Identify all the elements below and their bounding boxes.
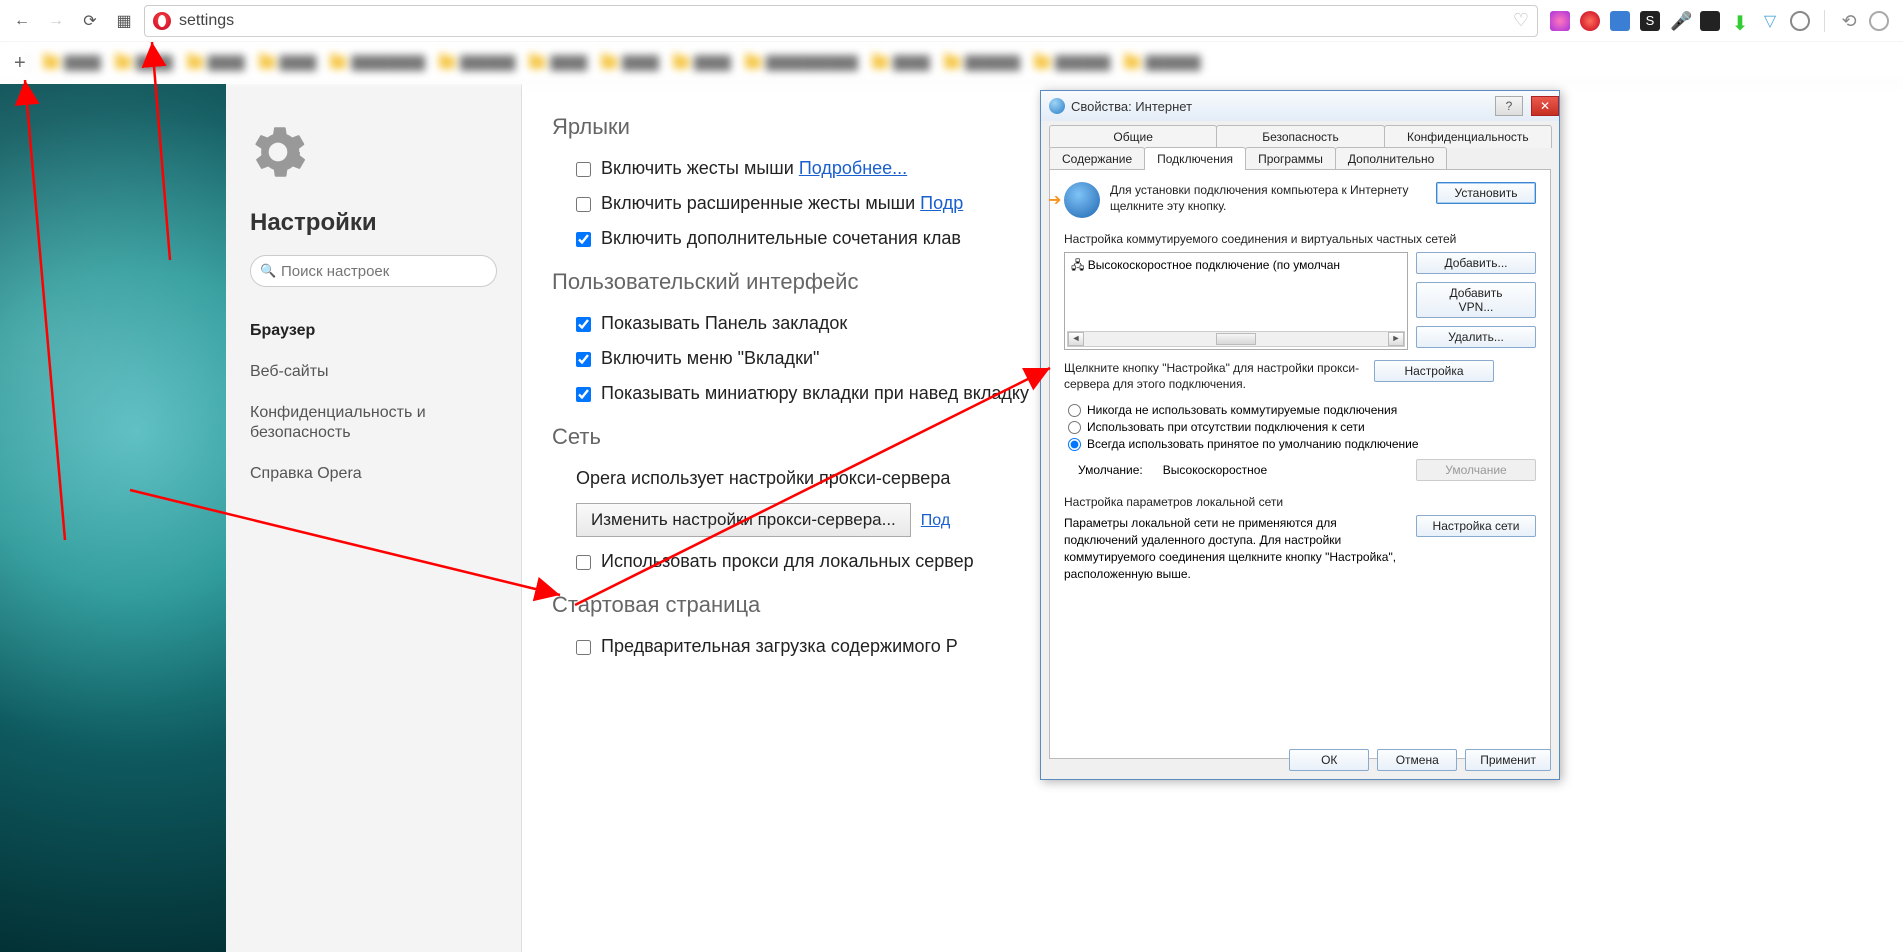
- link-more[interactable]: Под: [921, 512, 950, 529]
- nav-browser[interactable]: Браузер: [250, 311, 497, 352]
- ext-icon[interactable]: [1580, 11, 1600, 31]
- ext-icon[interactable]: ⬇: [1730, 11, 1750, 31]
- browser-toolbar: ← → ⟳ ▦ ♡ S 🎤 ⬇ ▽ ⟲: [0, 0, 1903, 42]
- extensions-tray: S 🎤 ⬇ ▽ ⟲: [1544, 10, 1895, 32]
- chk-adv-gestures[interactable]: [576, 197, 591, 212]
- tab-general[interactable]: Общие: [1049, 125, 1217, 148]
- internet-properties-dialog: Свойства: Интернет ? ✕ Общие Безопасност…: [1040, 90, 1560, 780]
- setup-button[interactable]: Установить: [1436, 182, 1536, 204]
- add-button[interactable]: Добавить...: [1416, 252, 1536, 274]
- gear-icon: [250, 124, 306, 180]
- forward-button[interactable]: →: [42, 7, 70, 35]
- connection-item[interactable]: 🖧 Высокоскоростное подключение (по умолч…: [1067, 255, 1405, 278]
- add-vpn-button[interactable]: Добавить VPN...: [1416, 282, 1536, 318]
- lan-settings-button[interactable]: Настройка сети: [1416, 515, 1536, 537]
- opera-icon: [153, 12, 171, 30]
- default-label: Умолчание:: [1078, 463, 1143, 477]
- radio-always[interactable]: [1068, 438, 1081, 451]
- desktop-wallpaper: [0, 84, 226, 952]
- link-more[interactable]: Подр: [920, 193, 963, 213]
- dialog-tabs: Общие Безопасность Конфиденциальность Со…: [1041, 121, 1559, 170]
- setup-text: Для установки подключения компьютера к И…: [1110, 182, 1426, 214]
- connections-pane: Для установки подключения компьютера к И…: [1049, 169, 1551, 759]
- scrollbar[interactable]: ◄►: [1067, 331, 1405, 347]
- ext-icon[interactable]: [1700, 11, 1720, 31]
- lan-text: Параметры локальной сети не применяются …: [1064, 515, 1406, 582]
- cancel-button[interactable]: Отмена: [1377, 749, 1457, 771]
- radio-noconn[interactable]: [1068, 421, 1081, 434]
- group-lan: Настройка параметров локальной сети: [1064, 495, 1536, 509]
- change-proxy-button[interactable]: Изменить настройки прокси-сервера...: [576, 503, 911, 537]
- globe-icon: [1049, 98, 1065, 114]
- connections-listbox[interactable]: 🖧 Высокоскоростное подключение (по умолч…: [1064, 252, 1408, 350]
- help-button[interactable]: ?: [1495, 96, 1523, 116]
- tab-privacy[interactable]: Конфиденциальность: [1384, 125, 1552, 148]
- nav-websites[interactable]: Веб-сайты: [250, 352, 497, 393]
- ext-icon[interactable]: [1610, 11, 1630, 31]
- default-button: Умолчание: [1416, 459, 1536, 481]
- address-input[interactable]: [179, 12, 1505, 30]
- chk-preload[interactable]: [576, 640, 591, 655]
- bookmark-bar: ████ ████ ████ ████ ████████ ██████ ████…: [0, 42, 1903, 84]
- reload-button[interactable]: ⟳: [76, 7, 104, 35]
- back-button[interactable]: ←: [8, 7, 36, 35]
- close-button[interactable]: ✕: [1531, 96, 1559, 116]
- dialog-titlebar[interactable]: Свойства: Интернет ? ✕: [1041, 91, 1559, 121]
- chk-extra-shortcuts[interactable]: [576, 232, 591, 247]
- ext-icon[interactable]: 🎤: [1670, 11, 1690, 31]
- sync-icon[interactable]: ⟲: [1839, 11, 1859, 31]
- delete-button[interactable]: Удалить...: [1416, 326, 1536, 348]
- bookmark-heart-icon[interactable]: ♡: [1513, 10, 1529, 31]
- tab-connections[interactable]: Подключения: [1144, 147, 1246, 170]
- radio-never[interactable]: [1068, 404, 1081, 417]
- profile-icon[interactable]: [1869, 11, 1889, 31]
- link-more[interactable]: Подробнее...: [799, 158, 907, 178]
- proxy-hint: Щелкните кнопку "Настройка" для настройк…: [1064, 360, 1364, 392]
- search-icon: 🔍: [260, 263, 276, 279]
- address-bar[interactable]: ♡: [144, 5, 1538, 37]
- ext-icon[interactable]: [1550, 11, 1570, 31]
- ok-button[interactable]: ОК: [1289, 749, 1369, 771]
- ext-icon[interactable]: ▽: [1760, 11, 1780, 31]
- nav-privacy[interactable]: Конфиденциальность и безопасность: [250, 393, 497, 455]
- default-value: Высокоскоростное: [1163, 463, 1267, 477]
- chk-mouse-gestures[interactable]: [576, 162, 591, 177]
- ext-icon[interactable]: S: [1640, 11, 1660, 31]
- tab-programs[interactable]: Программы: [1245, 147, 1336, 170]
- speed-dial-button[interactable]: ▦: [110, 7, 138, 35]
- chk-tab-preview[interactable]: [576, 387, 591, 402]
- settings-title: Настройки: [250, 209, 497, 237]
- chk-local-proxy[interactable]: [576, 555, 591, 570]
- add-bookmark-button[interactable]: +: [14, 52, 26, 75]
- settings-button[interactable]: Настройка: [1374, 360, 1494, 382]
- settings-sidebar: Настройки 🔍 Браузер Веб-сайты Конфиденци…: [226, 84, 522, 952]
- dialog-title-text: Свойства: Интернет: [1071, 99, 1192, 114]
- tab-content[interactable]: Содержание: [1049, 147, 1145, 170]
- group-dialup: Настройка коммутируемого соединения и ви…: [1064, 232, 1536, 246]
- settings-search-input[interactable]: [250, 255, 497, 287]
- chk-tabs-menu[interactable]: [576, 352, 591, 367]
- tab-advanced[interactable]: Дополнительно: [1335, 147, 1447, 170]
- nav-help[interactable]: Справка Opera: [250, 454, 497, 495]
- ext-icon[interactable]: [1790, 11, 1810, 31]
- tab-security[interactable]: Безопасность: [1216, 125, 1384, 148]
- setup-icon: [1064, 182, 1100, 218]
- chk-bookmark-bar[interactable]: [576, 317, 591, 332]
- apply-button[interactable]: Применит: [1465, 749, 1551, 771]
